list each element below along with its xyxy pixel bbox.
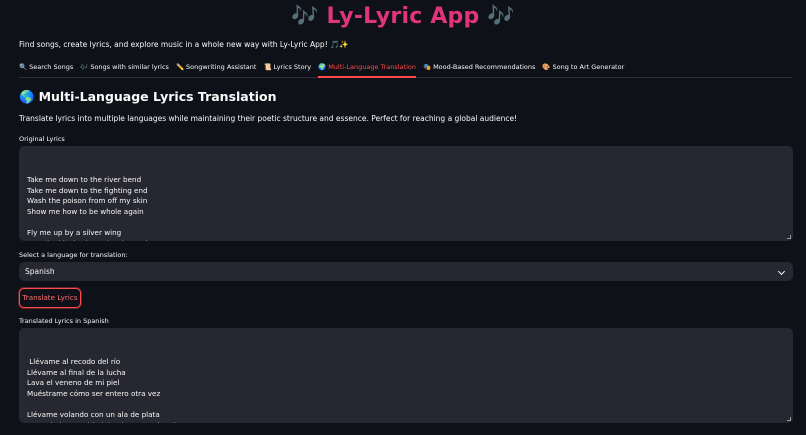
translate-lyrics-button[interactable]: Translate Lyrics (19, 288, 81, 308)
translated-lyrics-text: Llévame al recodo del río Llévame al fin… (27, 357, 195, 423)
language-select-label: Select a language for translation: (19, 251, 128, 259)
palette-icon: 🎨 (542, 63, 551, 71)
original-lyrics-textarea[interactable]: Take me down to the river bend Take me d… (19, 146, 793, 241)
theater-masks-icon: 🎭 (422, 63, 432, 71)
section-title: 🌎 Multi-Language Lyrics Translation (19, 89, 276, 105)
app-tagline: Find songs, create lyrics, and explore m… (19, 40, 349, 49)
translated-lyrics-label: Translated Lyrics in Spanish (19, 317, 109, 325)
pencil-icon: ✏️ (175, 63, 185, 71)
tab-label: Lyrics Story (273, 63, 312, 71)
tab-bar: 🔍 Search Songs 🎶 Songs with similar lyrics… (19, 60, 792, 78)
tab-label: Mood-Based Recommendations (433, 63, 536, 71)
magnifier-icon: 🔍 (19, 63, 28, 71)
translated-lyrics-textarea[interactable]: Llévame al recodo del río Llévame al fin… (19, 328, 793, 423)
tab-label: Songs with similar lyrics (90, 63, 169, 71)
original-lyrics-label: Original Lyrics (19, 135, 65, 143)
globe-icon: 🌍 (318, 63, 327, 71)
language-selected-value: Spanish (25, 267, 55, 276)
original-lyrics-text: Take me down to the river bend Take me d… (27, 175, 157, 241)
section-title-text: Multi-Language Lyrics Translation (38, 89, 277, 104)
tab-label: Songwriting Assistant (186, 63, 257, 71)
tab-mood-recommendations[interactable]: 🎭 Mood-Based Recommendations (423, 60, 535, 78)
tab-search-songs[interactable]: 🔍 Search Songs (19, 60, 73, 78)
tab-songwriting-assistant[interactable]: ✏️ Songwriting Assistant (176, 60, 257, 78)
tab-multi-language-translation[interactable]: 🌍 Multi-Language Translation (318, 60, 416, 78)
app-title: 🎶 Ly-Lyric App 🎶 (291, 4, 515, 29)
music-notes-icon: 🎶 (80, 63, 89, 71)
resize-handle[interactable] (787, 235, 791, 239)
tab-label: Multi-Language Translation (328, 63, 416, 71)
tab-label: Song to Art Generator (552, 63, 625, 71)
tab-lyrics-story[interactable]: 📜 Lyrics Story (263, 60, 311, 78)
chevron-down-icon (777, 267, 786, 276)
tab-label: Search Songs (29, 63, 74, 71)
resize-handle[interactable] (787, 417, 791, 421)
scroll-icon: 📜 (263, 63, 272, 71)
globe-icon: 🌎 (19, 89, 35, 104)
section-description: Translate lyrics into multiple languages… (19, 114, 518, 123)
tab-similar-songs[interactable]: 🎶 Songs with similar lyrics (80, 60, 169, 78)
language-select[interactable]: Spanish (19, 262, 793, 281)
tab-song-to-art[interactable]: 🎨 Song to Art Generator (542, 60, 624, 78)
